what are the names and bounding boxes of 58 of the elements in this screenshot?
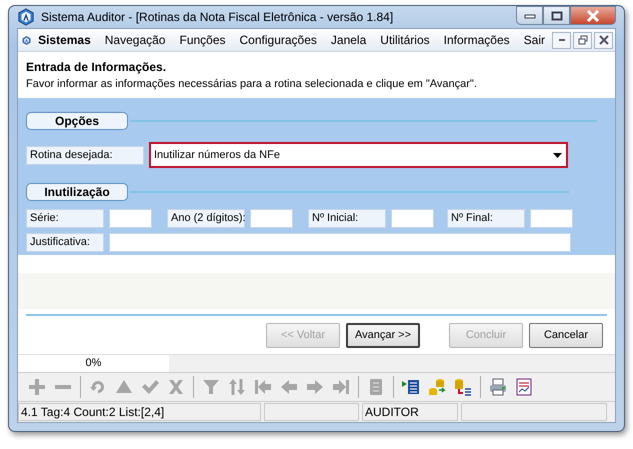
instruction-text: Favor informar as informações necessárias para a rotina selecionada e clique em "Avançar". <box>26 77 478 92</box>
sort-icon <box>227 377 247 397</box>
wizard-button[interactable]: Avançar >> <box>346 323 420 348</box>
menu-item[interactable]: Informações <box>436 31 517 49</box>
add-icon <box>27 377 47 397</box>
filter-icon <box>201 377 221 397</box>
menu-item[interactable]: Configurações <box>232 31 324 49</box>
maximize-icon <box>550 10 562 20</box>
chart-icon <box>514 377 534 397</box>
field-label: Ano (2 dígitos): <box>167 209 245 228</box>
input-field[interactable] <box>109 209 152 228</box>
menu-item[interactable]: Sair <box>516 31 552 49</box>
menu-item[interactable]: Funções <box>172 31 233 49</box>
database-swap-icon <box>427 377 447 397</box>
section-header: Opções <box>26 112 128 130</box>
mdi-restore-button[interactable] <box>573 32 592 48</box>
close-icon <box>598 35 608 45</box>
remove-icon <box>55 385 71 389</box>
status-text: 4.1 Tag:4 Count:2 List:[2,4] <box>18 403 261 421</box>
wizard-button[interactable]: Cancelar <box>529 323 603 348</box>
last-icon <box>331 377 351 397</box>
maximize-button[interactable] <box>543 6 570 25</box>
minimize-button[interactable] <box>516 6 543 25</box>
window-title: Sistema Auditor - [Rotinas da Nota Fiscal Eletrônica - versão 1.84] <box>41 9 394 26</box>
minimize-icon <box>558 39 564 41</box>
previous-icon <box>279 377 299 397</box>
close-icon <box>586 10 600 22</box>
section-header: Inutilização <box>26 183 128 201</box>
menu-item[interactable]: Navegação <box>98 31 172 49</box>
menu-item[interactable]: Janela <box>324 31 374 49</box>
input-field[interactable] <box>250 209 293 228</box>
field-label: Série: <box>26 209 104 228</box>
first-icon <box>253 377 273 397</box>
database-list-icon <box>453 377 473 397</box>
field-label: Rotina desejada: <box>26 146 144 164</box>
restore-icon <box>578 35 588 45</box>
progress-reading: 0% <box>86 357 102 369</box>
input-field[interactable] <box>109 233 571 252</box>
mdi-close-button[interactable] <box>594 32 613 48</box>
field-label: Justificativa: <box>26 233 104 252</box>
minimize-icon <box>524 12 536 18</box>
mdi-minimize-button[interactable] <box>552 32 571 48</box>
cancel-icon <box>166 377 186 397</box>
next-icon <box>305 377 325 397</box>
input-field[interactable] <box>391 209 434 228</box>
status-text: AUDITOR <box>362 403 458 421</box>
section-title: Entrada de Informações. <box>26 59 168 76</box>
close-button[interactable] <box>570 6 616 25</box>
menu-item[interactable]: Sistemas <box>31 31 98 49</box>
dropdown-caret-icon <box>553 152 562 158</box>
printer-icon <box>488 377 508 397</box>
input-field[interactable] <box>530 209 573 228</box>
field-label: Nº Inicial: <box>308 209 386 228</box>
field-label: Nº Final: <box>447 209 525 228</box>
app-logo-icon <box>17 8 35 26</box>
list-icon <box>401 377 421 397</box>
routine-dropdown[interactable]: Inutilizar números da NFe <box>149 142 568 168</box>
menu-item[interactable]: Utilitários <box>373 31 437 49</box>
